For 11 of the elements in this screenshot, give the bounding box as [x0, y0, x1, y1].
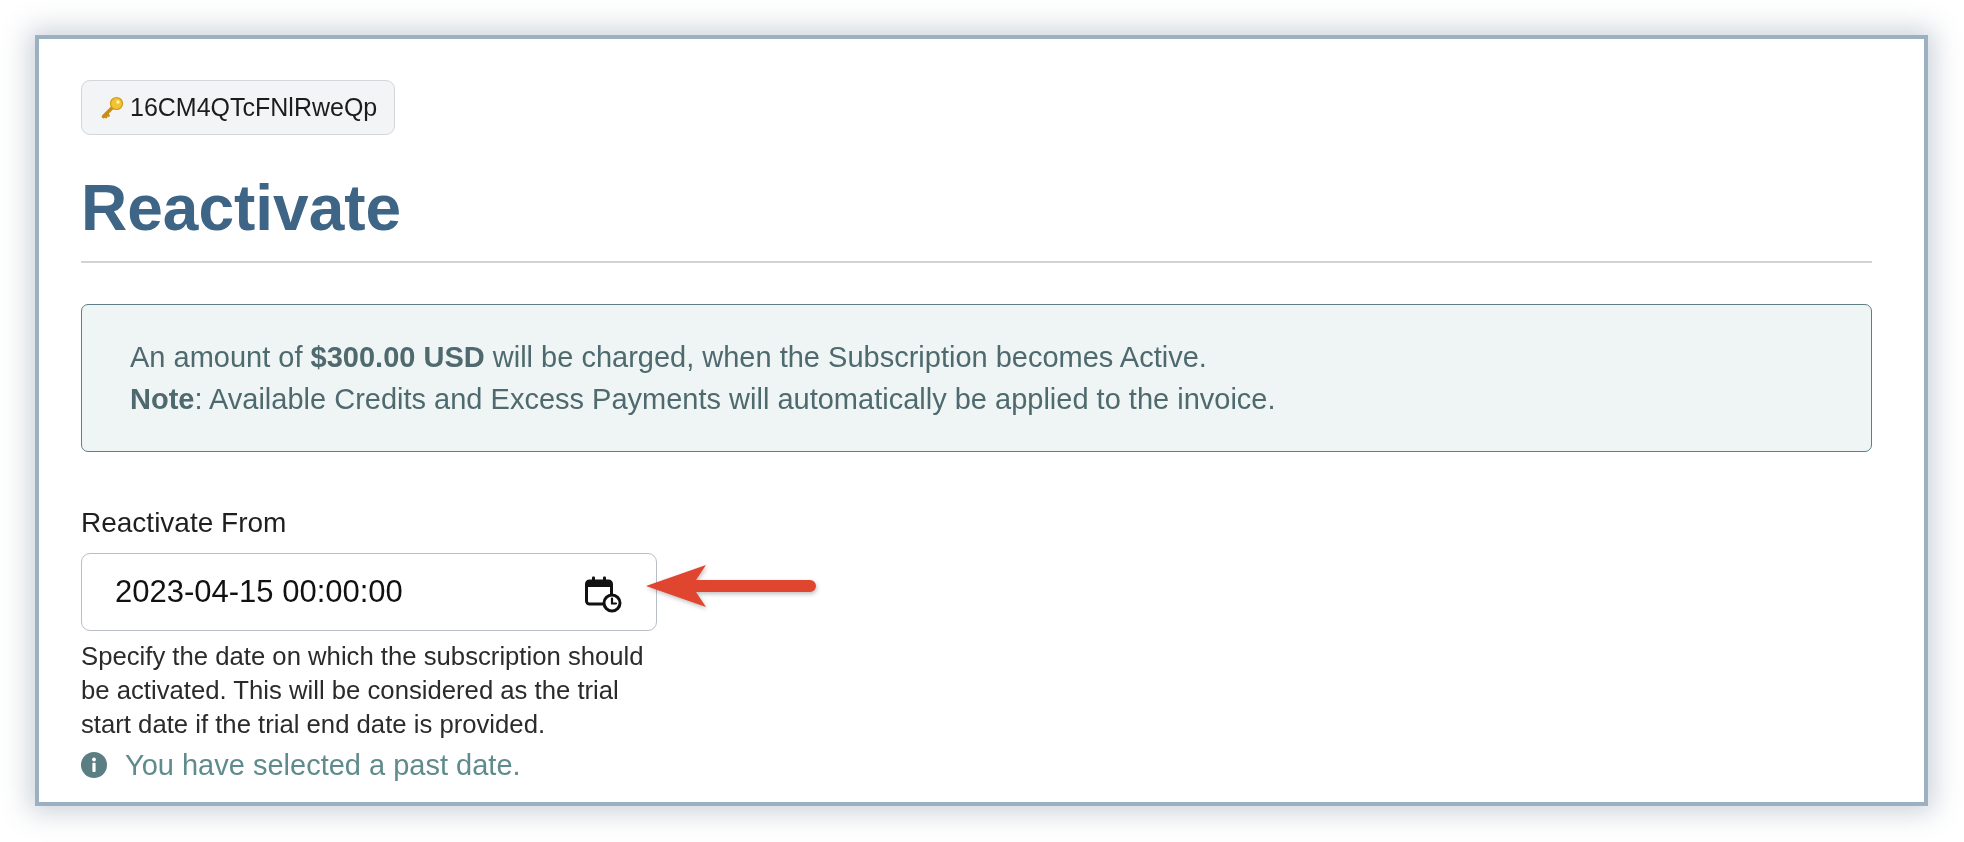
warning-text: You have selected a past date.	[125, 748, 521, 782]
notice-text: Note: Available Credits and Excess Payments will automatically be applied to the invoice.	[130, 382, 1277, 417]
field-label: Reactivate From	[81, 506, 287, 540]
key-icon	[100, 95, 124, 120]
date-time-field[interactable]: 2023-04-15 00:00:00	[81, 553, 657, 631]
help-text: Specify the date on which the subscription should be activated. This will be considered as the trial start date if the trial end date is provided.	[81, 641, 645, 740]
record-id: 16CM4QTcFNlRweQp	[130, 95, 378, 120]
notice-text: An amount of $300.00 USD will be charged, when the Subscription becomes Active.	[130, 340, 1208, 375]
calendar-clock-icon[interactable]	[584, 575, 622, 613]
page-title: Reactivate	[81, 171, 402, 246]
info-icon	[81, 752, 107, 778]
